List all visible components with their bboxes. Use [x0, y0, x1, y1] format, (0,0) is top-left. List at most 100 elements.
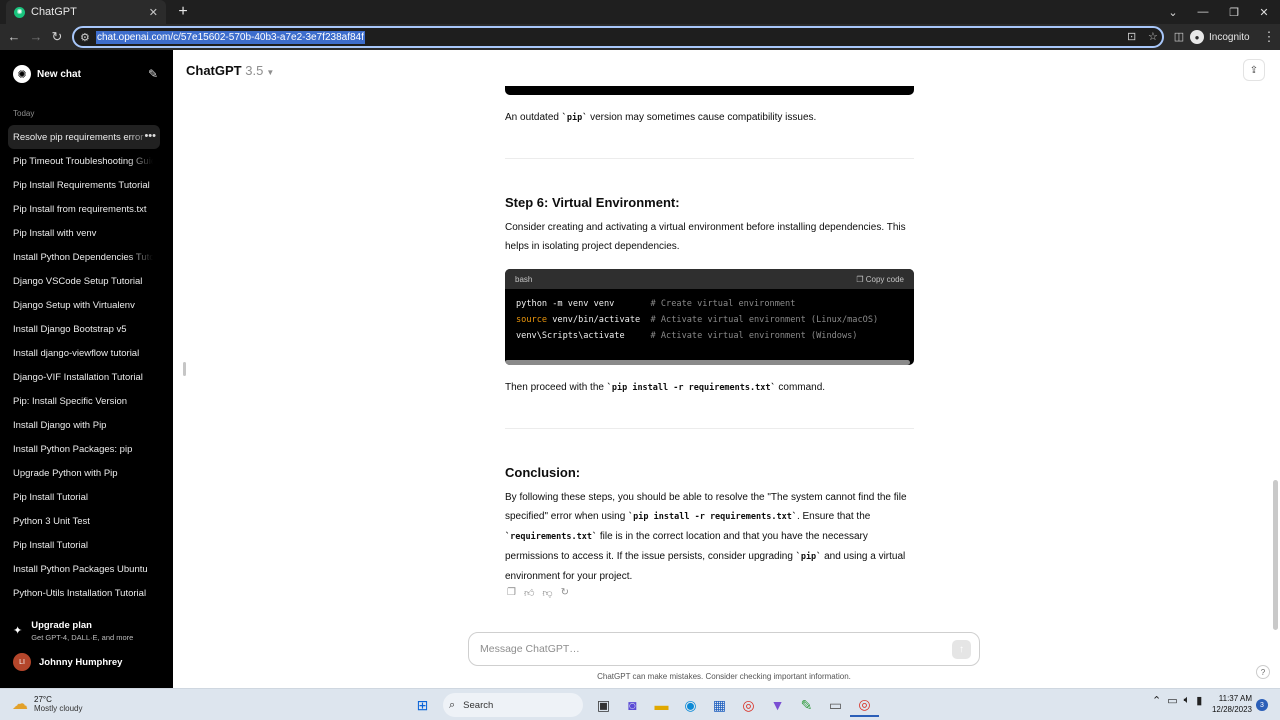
text: Then proceed with the	[505, 382, 607, 393]
chat-item[interactable]: Install django-viewflow tutorial	[8, 341, 160, 365]
inline-code: `pip`	[795, 552, 822, 562]
speaker-icon[interactable]: 🔈︎	[1184, 694, 1191, 707]
chat-app-icon[interactable]: ◙	[618, 693, 647, 717]
weather-widget[interactable]: ☁ 27°C Mostly cloudy	[12, 694, 82, 714]
chrome-icon[interactable]: ◎	[734, 693, 763, 717]
help-icon[interactable]: ?	[1256, 665, 1270, 679]
chrome-active-icon[interactable]: ◎	[850, 693, 879, 717]
chat-item[interactable]: Resolve pip requirements error •••	[8, 125, 160, 149]
windows-taskbar: ☁ 27°C Mostly cloudy ⊞ ⌕ Search ▣ ◙ ▬ ◉ ▦…	[0, 688, 1280, 720]
upgrade-plan-button[interactable]: ✦ Upgrade plan Get GPT-4, DALL·E, and mo…	[13, 620, 133, 642]
windows-start-icon[interactable]: ⊞	[408, 693, 437, 717]
store-icon[interactable]: ▦	[705, 693, 734, 717]
chat-item[interactable]: Install Django with Pip	[8, 413, 160, 437]
sidebar-toggle-handle[interactable]	[183, 362, 186, 376]
edge-icon[interactable]: ◉	[676, 693, 705, 717]
chat-item[interactable]: Pip Install Tutorial	[8, 533, 160, 557]
chat-item[interactable]: Pip Install from requirements.txt	[8, 197, 160, 221]
file-explorer-icon[interactable]: ▬	[647, 693, 676, 717]
reload-icon[interactable]: ↻	[48, 28, 66, 46]
user-menu[interactable]: LI Johnny Humphrey	[13, 653, 122, 671]
chat-item[interactable]: Pip Install with venv	[8, 221, 160, 245]
vpn-app-icon[interactable]: ▼	[763, 693, 792, 717]
chat-item[interactable]: Python-Utils Installation Tutorial	[8, 581, 160, 605]
chat-item-label: Pip Install Tutorial	[13, 491, 88, 503]
display-icon[interactable]: ▭	[1167, 694, 1177, 707]
close-window-button[interactable]: ✕	[1248, 0, 1280, 24]
upgrade-title: Upgrade plan	[31, 620, 92, 631]
notification-badge[interactable]: 3	[1256, 699, 1268, 711]
divider	[505, 158, 914, 159]
chat-item[interactable]: Django Setup with Virtualenv	[8, 293, 160, 317]
code-command: venv/bin/activate	[547, 315, 651, 325]
section-label-today: Today	[13, 109, 35, 118]
side-panel-icon[interactable]: ◫	[1170, 28, 1188, 46]
text: An outdated	[505, 112, 562, 123]
chat-item[interactable]: Install Django Bootstrap v5	[8, 317, 160, 341]
avatar: LI	[13, 653, 31, 671]
thumbs-down-icon[interactable]: 👎︎	[542, 587, 552, 599]
incognito-indicator[interactable]: ● Incognito	[1190, 28, 1250, 46]
conclusion-heading: Conclusion:	[505, 465, 581, 480]
send-button[interactable]: ↑	[952, 640, 971, 659]
paragraph-pip-outdated: An outdated `pip` version may sometimes …	[505, 108, 914, 128]
copy-code-button[interactable]: ❐ Copy code	[856, 275, 904, 284]
chat-item[interactable]: Pip Timeout Troubleshooting Guide	[8, 149, 160, 173]
chat-item[interactable]: Install Python Dependencies Tutorial	[8, 245, 160, 269]
chat-item[interactable]: Pip Install Tutorial	[8, 485, 160, 509]
address-bar[interactable]: ⚙ chat.openai.com/c/57e15602-570b-40b3-a…	[72, 26, 1164, 48]
step6-paragraph: Consider creating and activating a virtu…	[505, 222, 906, 252]
edit-icon[interactable]: ✎	[148, 67, 158, 81]
chat-item[interactable]: Pip Install Requirements Tutorial	[8, 173, 160, 197]
chevron-down-icon: ▼	[266, 68, 275, 77]
bookmark-star-icon[interactable]: ☆	[1148, 30, 1158, 43]
message-input[interactable]	[480, 643, 920, 655]
chevron-up-icon[interactable]: ⌃	[1152, 694, 1161, 707]
inline-code: `requirements.txt`	[505, 532, 598, 542]
openai-logo-icon: ✺	[13, 65, 31, 83]
chat-item[interactable]: Django VSCode Setup Tutorial	[8, 269, 160, 293]
forward-icon[interactable]: →	[27, 28, 45, 46]
chat-item[interactable]: Django-VIF Installation Tutorial	[8, 365, 160, 389]
chat-item[interactable]: Install Python Packages Ubuntu	[8, 557, 160, 581]
task-view-icon[interactable]: ▣	[589, 693, 618, 717]
page-scrollbar[interactable]	[1273, 480, 1278, 630]
browser-menu-icon[interactable]: ⋮	[1260, 28, 1278, 46]
browser-tab[interactable]: ✺ ChatGPT ✕	[6, 0, 166, 24]
browser-toolbar: ← → ↻ ⚙ chat.openai.com/c/57e15602-570b-…	[0, 24, 1280, 50]
taskbar-search[interactable]: ⌕ Search	[443, 693, 583, 717]
new-chat-button[interactable]: ✺ New chat ✎	[8, 63, 158, 85]
chat-item-label: Django VSCode Setup Tutorial	[13, 275, 143, 287]
chat-item[interactable]: Install Python Packages: pip	[8, 437, 160, 461]
remote-desktop-icon[interactable]: ▭	[821, 693, 850, 717]
back-icon[interactable]: ←	[5, 28, 23, 46]
url-text[interactable]: chat.openai.com/c/57e15602-570b-40b3-a7e…	[96, 30, 365, 44]
copy-icon[interactable]: ❐	[507, 587, 516, 599]
chat-item-label: Pip Install from requirements.txt	[13, 203, 147, 215]
chat-item[interactable]: Pip: Install Specific Version	[8, 389, 160, 413]
tracking-protection-icon[interactable]: ⊡	[1127, 30, 1136, 43]
site-info-icon[interactable]: ⚙	[80, 31, 96, 44]
battery-icon[interactable]: ▮	[1196, 694, 1202, 707]
close-tab-icon[interactable]: ✕	[149, 6, 158, 19]
thumbs-up-icon[interactable]: 👍︎	[524, 587, 534, 599]
chat-item-label: Pip Install with venv	[13, 227, 97, 239]
clock[interactable]: 11:37 AM 12/28/2023	[1206, 693, 1252, 715]
model-selector[interactable]: ChatGPT 3.5 ▼	[186, 63, 274, 78]
previous-code-block	[505, 86, 914, 95]
taskbar-apps: ⊞ ⌕ Search ▣ ◙ ▬ ◉ ▦ ◎ ▼ ✎ ▭ ◎	[408, 693, 879, 717]
maximize-button[interactable]: ❐	[1218, 0, 1250, 24]
share-icon[interactable]: ⇪	[1243, 59, 1265, 81]
code-scrollbar[interactable]	[505, 360, 910, 365]
tab-search-icon[interactable]: ⌄	[1157, 0, 1189, 24]
more-options-icon[interactable]: •••	[144, 130, 156, 142]
minimize-button[interactable]: —	[1187, 0, 1219, 24]
arrow-up-icon: ↑	[959, 644, 964, 655]
notepad-icon[interactable]: ✎	[792, 693, 821, 717]
chat-item[interactable]: Upgrade Python with Pip	[8, 461, 160, 485]
model-version: 3.5	[245, 63, 264, 78]
regenerate-icon[interactable]: ↻	[561, 587, 569, 599]
chat-item[interactable]: Python 3 Unit Test	[8, 509, 160, 533]
chat-item-label: Pip Timeout Troubleshooting Guide	[13, 155, 153, 167]
new-tab-button[interactable]: +	[174, 3, 192, 21]
